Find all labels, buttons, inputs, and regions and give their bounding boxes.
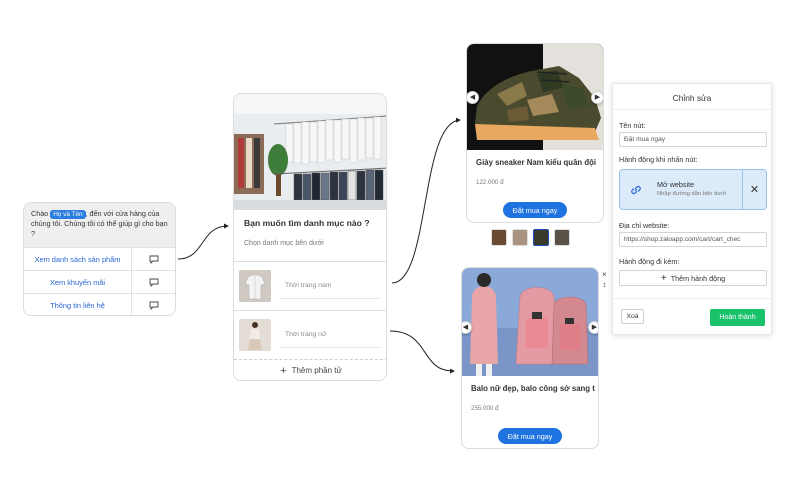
- category-list-card: Bạn muốn tìm danh mục nào ? Chọn danh mụ…: [233, 93, 387, 381]
- connector-men-to-sneaker: [391, 117, 461, 284]
- resize-icon[interactable]: ↕: [602, 280, 607, 290]
- category-title: Bạn muốn tìm danh mục nào ?: [244, 218, 370, 228]
- buy-now-button[interactable]: Đặt mua ngay: [503, 202, 567, 218]
- product-price: 255.000 đ: [471, 405, 499, 412]
- product-thumbnail[interactable]: [491, 229, 507, 246]
- panel-title: Chỉnh sửa: [613, 84, 771, 110]
- clothing-store-image: [234, 94, 386, 210]
- image-thumbnail-strip: [491, 229, 570, 246]
- extra-action-label: Hành động đi kèm:: [619, 257, 680, 266]
- message-icon[interactable]: [131, 271, 175, 293]
- close-icon[interactable]: ✕: [742, 170, 766, 209]
- greeting-option-label: Xem danh sách sản phẩm: [34, 254, 121, 264]
- greeting-option-promotions[interactable]: Xem khuyến mãi: [24, 270, 175, 293]
- product-card-sneaker: ◀ ▶ Giày sneaker Nam kiểu quân đội 122.0…: [466, 43, 604, 223]
- website-url-input[interactable]: https://shop.zaloapp.com/cart/cart_chec: [619, 232, 767, 247]
- message-icon[interactable]: [131, 248, 175, 270]
- plus-icon: +: [280, 364, 287, 377]
- backpack-image: ◀ ▶: [462, 268, 598, 376]
- name-placeholder-tag[interactable]: Họ và Tên: [50, 210, 86, 219]
- category-item-label: Thời trang nam: [285, 282, 332, 289]
- action-open-website[interactable]: Mở website Nhập đường dẫn bên dưới ✕: [619, 169, 767, 210]
- connector-women-to-backpack: [389, 330, 455, 374]
- button-name-label: Tên nút:: [619, 121, 646, 130]
- category-item-women[interactable]: Thời trang nữ: [234, 310, 386, 358]
- product-thumbnail[interactable]: [554, 229, 570, 246]
- link-icon: [631, 185, 641, 195]
- greeting-option-products[interactable]: Xem danh sách sản phẩm: [24, 247, 175, 270]
- category-item-men[interactable]: Thời trang nam: [234, 261, 386, 309]
- button-name-input[interactable]: Đặt mua ngay: [619, 132, 767, 147]
- next-arrow-icon[interactable]: ▶: [591, 91, 603, 104]
- divider: [280, 298, 380, 299]
- next-arrow-icon[interactable]: ▶: [588, 321, 598, 334]
- add-element-button[interactable]: + Thêm phần tử: [234, 359, 386, 380]
- greeting-option-contact[interactable]: Thông tin liên hệ: [24, 293, 175, 315]
- product-title: Balo nữ đẹp, balo công sở sang t: [471, 384, 595, 393]
- action-title: Mở website: [657, 180, 695, 189]
- connector-greeting-to-category: [177, 223, 229, 260]
- men-fashion-thumbnail: [239, 269, 271, 302]
- buy-now-button[interactable]: Đặt mua ngay: [498, 428, 562, 444]
- panel-footer: Xoá Hoàn thành: [613, 298, 771, 334]
- delete-button[interactable]: Xoá: [621, 309, 644, 324]
- website-url-label: Địa chỉ website:: [619, 221, 670, 230]
- greeting-option-label: Xem khuyến mãi: [49, 277, 106, 287]
- message-icon[interactable]: [131, 294, 175, 315]
- action-description: Nhập đường dẫn bên dưới: [657, 191, 727, 197]
- add-action-label: Thêm hành động: [670, 273, 726, 283]
- edit-button-panel: Chỉnh sửa Tên nút: Đặt mua ngay Hành độn…: [612, 83, 772, 335]
- category-item-label: Thời trang nữ: [285, 331, 327, 338]
- product-price: 122.000 đ: [476, 179, 504, 186]
- greeting-prefix: Chào: [31, 209, 49, 218]
- plus-icon: +: [660, 272, 667, 284]
- add-action-button[interactable]: + Thêm hành động: [619, 270, 767, 286]
- card-side-controls: × ↕: [602, 270, 607, 290]
- close-icon[interactable]: ×: [602, 270, 607, 280]
- greeting-option-label: Thông tin liên hệ: [50, 300, 105, 310]
- done-button[interactable]: Hoàn thành: [710, 309, 765, 326]
- product-title: Giày sneaker Nam kiểu quân đội: [476, 158, 597, 167]
- add-element-label: Thêm phần tử: [291, 366, 342, 375]
- category-subtitle: Chọn danh mục bên dưới: [244, 240, 324, 247]
- product-thumbnail-selected[interactable]: [533, 229, 549, 246]
- women-fashion-thumbnail: [239, 318, 271, 351]
- greeting-message-card: Chào Họ và Tên, đến với cửa hàng của chú…: [23, 202, 176, 316]
- product-thumbnail[interactable]: [512, 229, 528, 246]
- greeting-text: Chào Họ và Tên, đến với cửa hàng của chú…: [24, 203, 175, 247]
- divider: [280, 347, 380, 348]
- sneaker-image: ◀ ▶: [467, 44, 603, 150]
- action-label: Hành động khi nhấn nút:: [619, 155, 698, 164]
- product-card-backpack: ◀ ▶ Balo nữ đẹp, balo công sở sang t 255…: [461, 267, 599, 449]
